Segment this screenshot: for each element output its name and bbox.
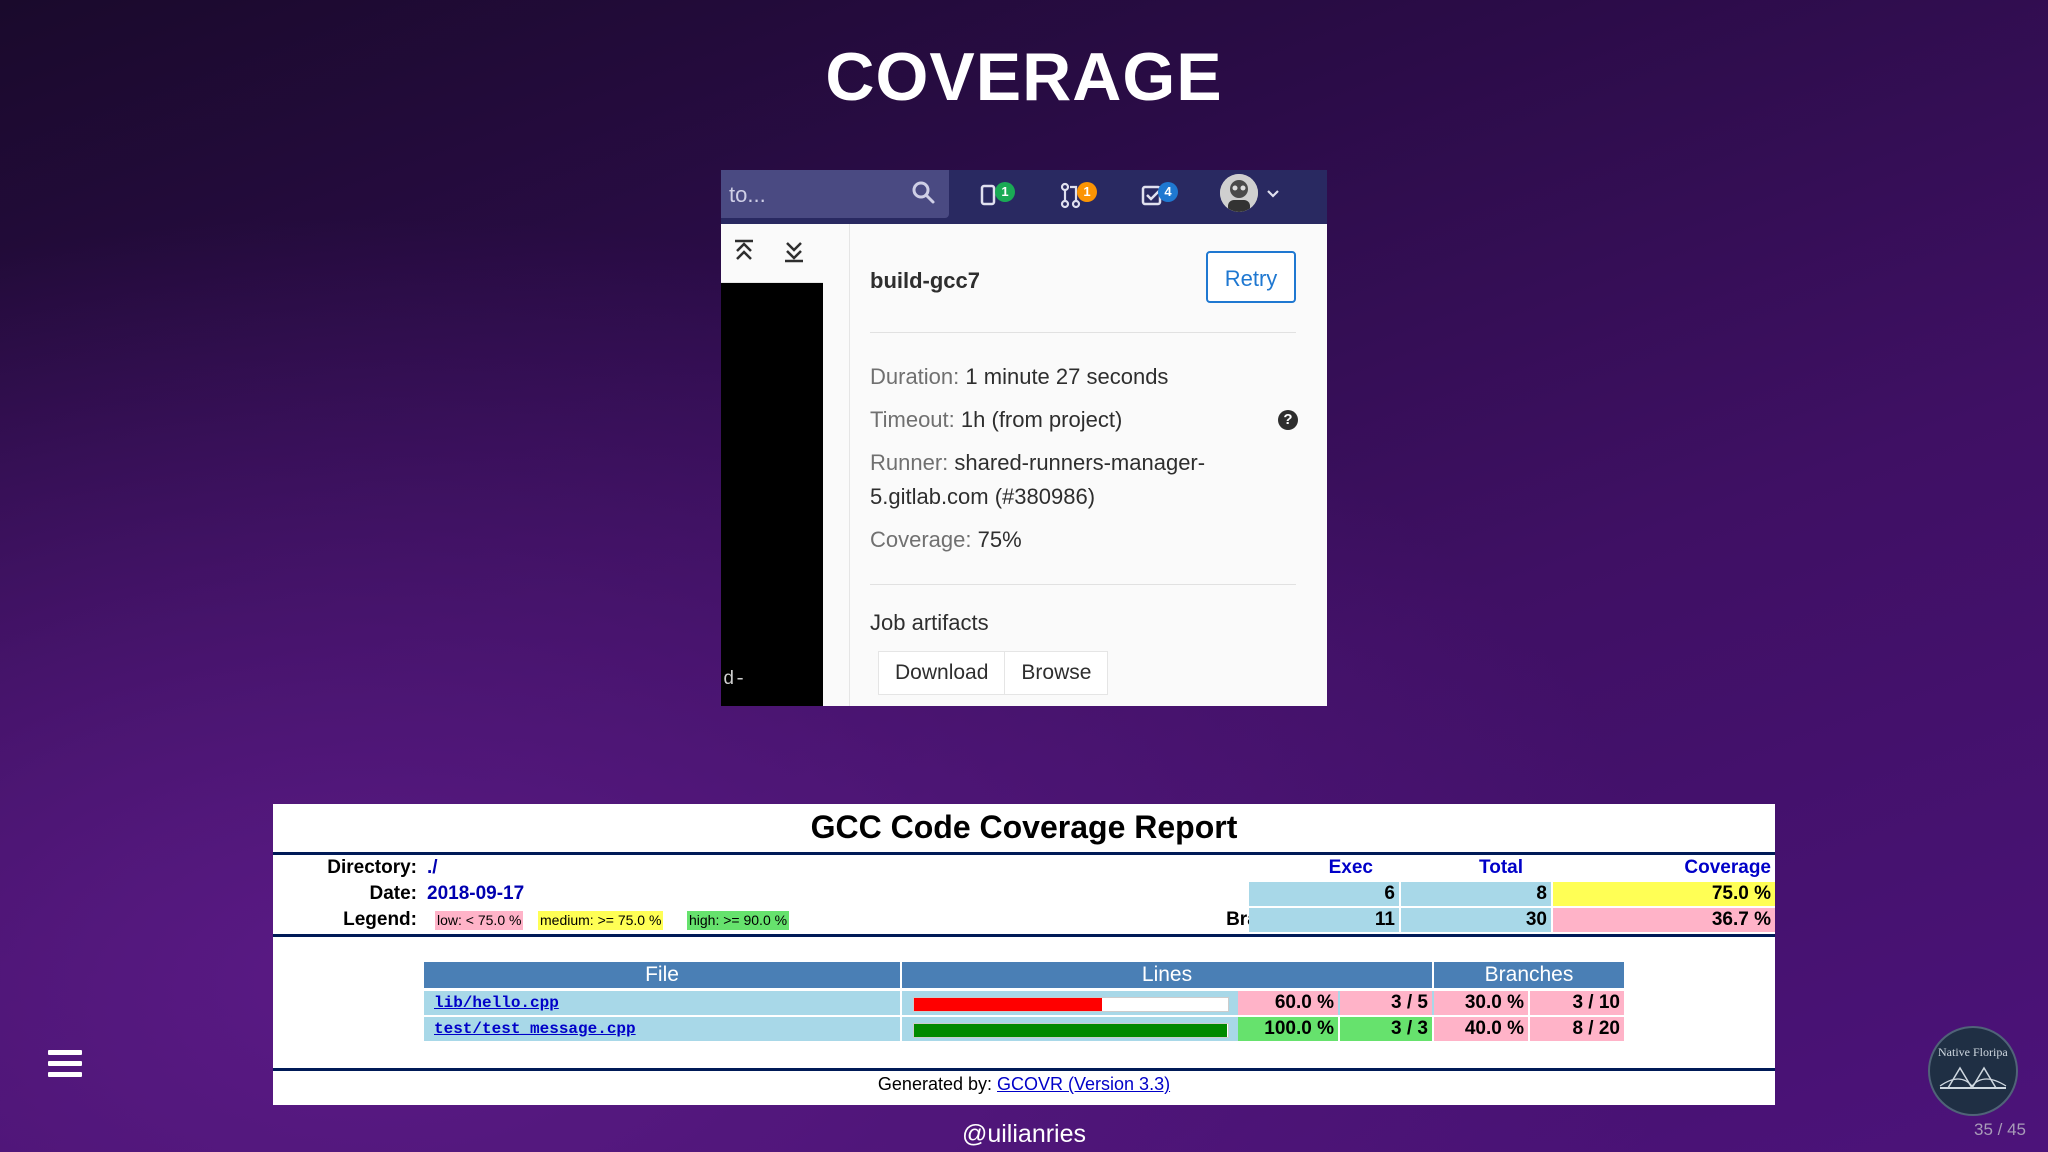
gitlab-job-panel: to... 1 1 4 d- build-gcc7 Retry Duration… (721, 170, 1327, 706)
lines-percent: 100.0 % (1238, 1017, 1338, 1041)
date-label: Date: (369, 883, 417, 904)
log-text: d- (723, 668, 746, 690)
browse-button[interactable]: Browse (1005, 651, 1109, 695)
merge-requests-badge: 1 (1077, 182, 1097, 202)
search-icon[interactable] (911, 180, 937, 206)
footer-handle: @uilianries (961, 1120, 1087, 1148)
bridge-icon (1939, 1066, 2007, 1089)
gitlab-navbar: to... 1 1 4 (721, 170, 1327, 224)
search-input[interactable]: to... (721, 170, 949, 218)
user-photo-icon (1220, 174, 1258, 212)
help-icon[interactable]: ? (1278, 410, 1298, 430)
lines-column-header: Lines (902, 962, 1432, 988)
artifacts-button-group: Download Browse (878, 651, 1109, 695)
generated-by: Generated by: GCOVR (Version 3.3) (273, 1074, 1775, 1095)
legend-high: high: >= 90.0 % (687, 911, 790, 930)
directory-value: ./ (427, 857, 438, 878)
branches-column-header: Branches (1434, 962, 1624, 988)
todos-badge: 4 (1158, 182, 1178, 202)
branches-exec: 11 (1249, 908, 1399, 932)
lines-total: 8 (1401, 882, 1551, 906)
timeout-row: Timeout: 1h (from project) (870, 407, 1122, 433)
divider (870, 584, 1296, 585)
branches-coverage: 36.7 % (1553, 908, 1775, 932)
job-log-terminal: d- (721, 224, 823, 706)
file-column-header: File (424, 962, 900, 988)
chevron-down-icon[interactable] (1265, 186, 1281, 202)
directory-label: Directory: (327, 857, 417, 878)
divider (273, 852, 1775, 855)
download-button[interactable]: Download (878, 651, 1006, 695)
slide-title: COVERAGE (825, 39, 1223, 115)
lines-exec: 6 (1249, 882, 1399, 906)
branches-percent: 30.0 % (1434, 991, 1528, 1015)
coverage-header: Coverage (1684, 857, 1771, 878)
runner-label: Runner: (870, 450, 949, 475)
date-value: 2018-09-17 (427, 883, 525, 904)
timeout-label: Timeout: (870, 407, 955, 432)
scroll-to-bottom-icon[interactable] (783, 238, 805, 264)
file-link[interactable]: test/test_message.cpp (434, 1020, 636, 1038)
coverage-row: Coverage: 75% (870, 527, 1022, 553)
lines-count: 3 / 3 (1340, 1017, 1432, 1041)
menu-icon[interactable] (48, 1050, 82, 1078)
lines-count: 3 / 5 (1340, 991, 1432, 1015)
table-row-file: lib/hello.cpp (424, 991, 900, 1015)
legend-medium: medium: >= 75.0 % (538, 911, 664, 930)
runner-row: Runner: shared-runners-manager- (870, 450, 1205, 476)
file-link[interactable]: lib/hello.cpp (434, 994, 559, 1012)
duration-value: 1 minute 27 seconds (965, 364, 1169, 389)
legend-label: Legend: (343, 909, 417, 930)
lines-coverage: 75.0 % (1553, 882, 1775, 906)
coverage-bar-fill (914, 998, 1102, 1011)
divider (870, 332, 1296, 333)
gcovr-link[interactable]: GCOVR (Version 3.3) (997, 1074, 1170, 1094)
total-header: Total (1479, 857, 1523, 878)
page-number: 35 / 45 (1974, 1120, 2026, 1139)
coverage-bar-fill (914, 1024, 1227, 1037)
exec-header: Exec (1328, 857, 1373, 878)
logo-text: Native Floripa (1938, 1045, 2008, 1059)
divider (273, 1068, 1775, 1071)
report-title: GCC Code Coverage Report (810, 809, 1238, 845)
runner-value-line2: 5.gitlab.com (#380986) (870, 484, 1096, 509)
branches-count: 8 / 20 (1530, 1017, 1624, 1041)
branches-count: 3 / 10 (1530, 991, 1624, 1015)
runner-row-2: 5.gitlab.com (#380986) (870, 484, 1095, 510)
coverage-value: 75% (977, 527, 1022, 552)
job-artifacts-title: Job artifacts (870, 610, 989, 635)
coverage-label: Coverage: (870, 527, 972, 552)
log-scroll-controls (721, 224, 823, 283)
search-placeholder: to... (729, 182, 766, 207)
scroll-to-top-icon[interactable] (733, 238, 755, 264)
branches-total: 30 (1401, 908, 1551, 932)
timeout-value: 1h (from project) (960, 407, 1123, 432)
duration-label: Duration: (870, 364, 960, 389)
retry-button[interactable]: Retry (1206, 251, 1296, 303)
gcovr-report: GCC Code Coverage Report Directory: ./ D… (273, 804, 1775, 1105)
duration-row: Duration: 1 minute 27 seconds (870, 364, 1168, 390)
avatar[interactable] (1220, 174, 1258, 212)
issues-badge: 1 (995, 182, 1015, 202)
lines-percent: 60.0 % (1238, 991, 1338, 1015)
divider (273, 934, 1775, 937)
generated-label: Generated by: (877, 1074, 992, 1094)
legend-low: low: < 75.0 % (435, 911, 524, 930)
conference-logo: Native Floripa (1928, 1026, 2018, 1116)
job-name: build-gcc7 (870, 268, 981, 293)
branches-percent: 40.0 % (1434, 1017, 1528, 1041)
table-row-file: test/test_message.cpp (424, 1017, 900, 1041)
runner-value-line1: shared-runners-manager- (954, 450, 1206, 475)
